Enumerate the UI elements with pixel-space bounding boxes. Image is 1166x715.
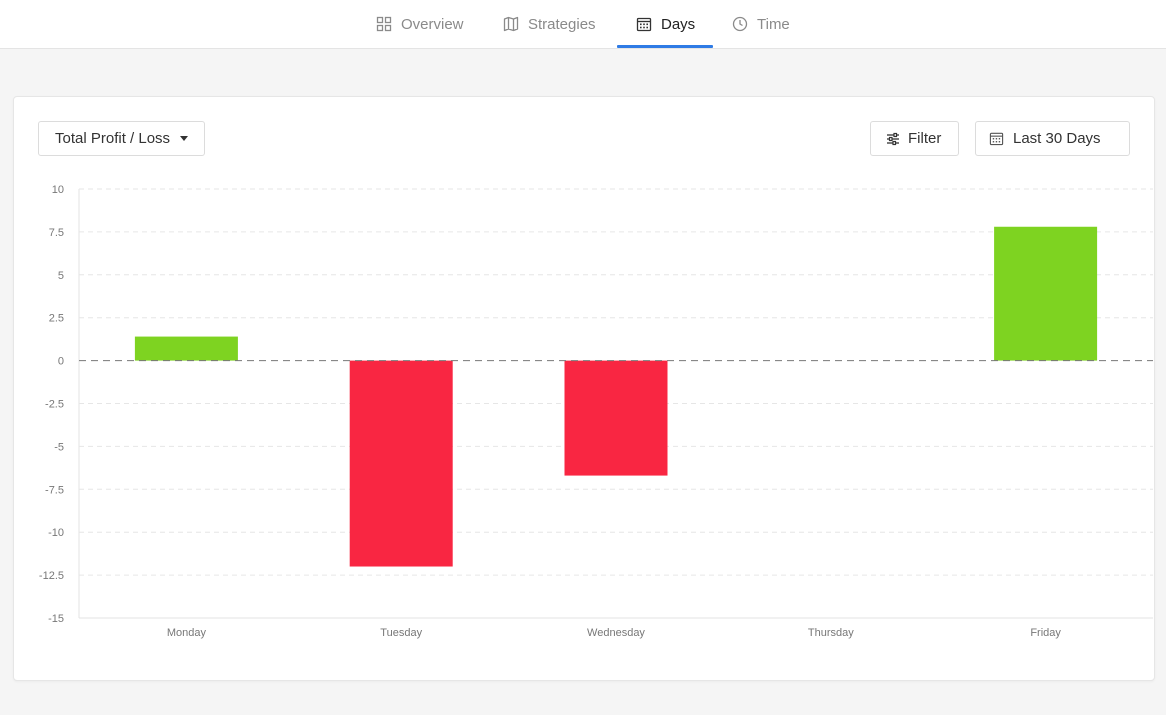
x-tick-label: Tuesday — [380, 627, 422, 639]
x-tick-label: Thursday — [808, 627, 854, 639]
y-tick-label: -15 — [48, 613, 64, 625]
bar-friday — [994, 226, 1098, 361]
y-tick-label: -12.5 — [39, 570, 64, 582]
bar-monday — [134, 336, 238, 361]
x-tick-label: Friday — [1030, 627, 1061, 639]
profit-loss-chart: 10 7.5 5 2.5 0 -2.5 -5 -7.5 -10 -12.5 -15 Monday Tue… — [39, 184, 1153, 639]
y-tick-label: -2.5 — [45, 399, 64, 411]
x-tick-label: Wednesday — [587, 627, 645, 639]
y-tick-label: -5 — [54, 441, 64, 453]
y-tick-label: 5 — [58, 270, 64, 282]
y-tick-label: 10 — [52, 184, 64, 196]
y-tick-label: -7.5 — [45, 484, 64, 496]
y-tick-label: -10 — [48, 527, 64, 539]
bar-tuesday — [349, 360, 453, 567]
y-tick-label: 0 — [58, 356, 64, 368]
y-tick-label: 7.5 — [49, 227, 64, 239]
bar-wednesday — [564, 360, 668, 476]
y-tick-label: 2.5 — [49, 313, 64, 325]
x-tick-label: Monday — [167, 627, 207, 639]
